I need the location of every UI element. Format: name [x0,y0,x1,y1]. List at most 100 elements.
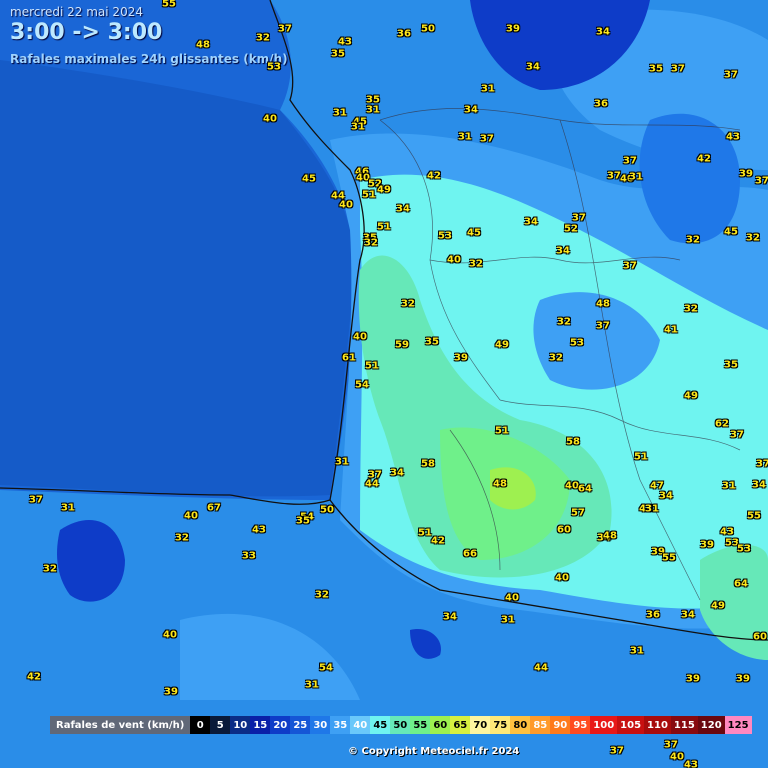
legend-step-20: 20 [270,716,291,734]
legend-step-30: 30 [310,716,331,734]
station-gust-value: 60 [557,524,571,536]
legend-step-105: 105 [617,716,645,734]
station-gust-value: 64 [734,578,748,590]
station-gust-value: 32 [469,258,483,270]
station-gust-value: 36 [397,28,411,40]
station-gust-value: 36 [646,609,660,621]
station-gust-value: 49 [711,600,725,612]
station-gust-value: 31 [458,131,472,143]
station-gust-value: 35 [331,48,345,60]
station-gust-value: 37 [29,494,43,506]
station-gust-value: 31 [481,83,495,95]
station-gust-value: 37 [610,745,624,757]
station-gust-value: 36 [594,98,608,110]
station-gust-value: 32 [746,232,760,244]
station-gust-value: 32 [175,532,189,544]
station-gust-value: 40 [565,480,579,492]
station-gust-value: 31 [333,107,347,119]
station-gust-value: 48 [596,298,610,310]
station-gust-value: 37 [755,175,768,187]
station-gust-value: 39 [454,352,468,364]
station-gust-value: 40 [353,331,367,343]
station-gust-value: 55 [662,552,676,564]
legend-step-25: 25 [290,716,311,734]
forecast-date: mercredi 22 mai 2024 [10,5,143,19]
station-gust-value: 67 [207,502,221,514]
station-gust-value: 50 [421,23,435,35]
station-gust-value: 35 [425,336,439,348]
station-gust-value: 32 [315,589,329,601]
station-gust-value: 34 [596,26,610,38]
station-gust-value: 55 [747,510,761,522]
station-gust-value: 59 [395,339,409,351]
legend-step-10: 10 [230,716,251,734]
station-gust-value: 39 [164,686,178,698]
station-gust-value: 53 [267,61,281,73]
station-gust-value: 37 [607,170,621,182]
station-gust-value: 40 [505,592,519,604]
station-gust-value: 32 [686,234,700,246]
station-gust-value: 40 [670,751,684,763]
station-gust-value: 53 [438,230,452,242]
legend-step-115: 115 [670,716,698,734]
station-gust-value: 61 [342,352,356,364]
station-gust-value: 51 [418,527,432,539]
legend-step-50: 50 [390,716,411,734]
station-gust-value: 43 [338,36,352,48]
legend-step-75: 75 [490,716,511,734]
color-legend: Rafales de vent (km/h) 0 5 10 15 20 25 30 35 40 4… [50,716,752,734]
station-gust-value: 58 [421,458,435,470]
station-gust-value: 33 [242,550,256,562]
station-gust-value: 32 [684,303,698,315]
station-gust-value: 51 [495,425,509,437]
station-gust-value: 58 [566,436,580,448]
station-gust-value: 42 [431,535,445,547]
station-gust-value: 51 [377,221,391,233]
station-gust-value: 45 [467,227,481,239]
legend-step-15: 15 [250,716,271,734]
station-gust-value: 37 [724,69,738,81]
station-gust-value: 53 [570,337,584,349]
station-gust-value: 37 [623,260,637,272]
station-gust-value: 40 [555,572,569,584]
station-gust-value: 37 [480,133,494,145]
station-gust-value: 62 [715,418,729,430]
station-gust-value: 34 [659,490,673,502]
station-gust-value: 34 [524,216,538,228]
station-gust-value: 32 [256,32,270,44]
forecast-time-range: 3:00 -> 3:00 [10,20,163,45]
legend-step-5: 5 [210,716,231,734]
station-gust-value: 32 [557,316,571,328]
station-gust-value: 39 [506,23,520,35]
station-gust-value: 31 [501,614,515,626]
station-gust-value: 43 [684,759,698,768]
legend-step-70: 70 [470,716,491,734]
station-gust-value: 31 [722,480,736,492]
station-gust-value: 49 [377,184,391,196]
station-gust-value: 35 [296,515,310,527]
station-gust-value: 34 [752,479,766,491]
station-gust-value: 50 [320,504,334,516]
map-background [0,0,768,768]
station-gust-value: 40 [163,629,177,641]
station-gust-value: 54 [355,379,369,391]
station-gust-value: 44 [365,478,379,490]
station-gust-value: 35 [649,63,663,75]
wind-gust-map: mercredi 22 mai 2024 3:00 -> 3:00 Rafale… [0,0,768,768]
station-gust-value: 31 [629,171,643,183]
station-gust-value: 37 [596,320,610,332]
station-gust-value: 31 [335,456,349,468]
station-gust-value: 34 [396,203,410,215]
legend-step-125: 125 [724,716,752,734]
legend-step-95: 95 [570,716,591,734]
legend-step-35: 35 [330,716,351,734]
legend-step-60: 60 [430,716,451,734]
station-gust-value: 51 [634,451,648,463]
station-gust-value: 48 [493,478,507,490]
station-gust-value: 31 [366,104,380,116]
station-gust-value: 35 [724,359,738,371]
legend-step-120: 120 [697,716,725,734]
station-gust-value: 34 [556,245,570,257]
station-gust-value: 53 [737,543,751,555]
station-gust-value: 32 [43,563,57,575]
